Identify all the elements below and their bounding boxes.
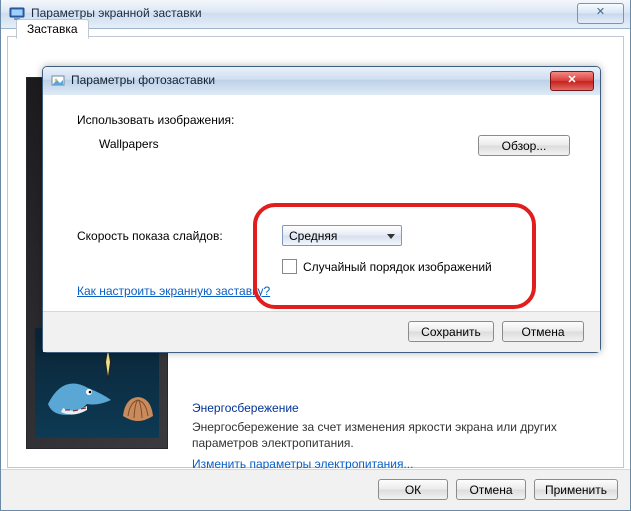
titlebar[interactable]: Параметры фотозаставки ✕ (43, 67, 600, 96)
use-images-label: Использовать изображения: (77, 113, 574, 127)
shell-image (121, 394, 155, 422)
close-button[interactable]: ✕ (550, 71, 594, 91)
annotation-highlight (253, 203, 536, 309)
close-button[interactable]: ✕ (577, 3, 624, 24)
photo-screensaver-dialog: Параметры фотозаставки ✕ Использовать из… (42, 66, 601, 353)
close-icon: ✕ (567, 74, 576, 86)
tab-label: Заставка (27, 22, 78, 36)
slideshow-speed-label: Скорость показа слайдов: (77, 229, 223, 243)
energy-description: Энергосбережение за счет изменения яркос… (192, 419, 611, 451)
slideshow-speed-select[interactable]: Средняя (282, 225, 402, 246)
photo-icon (51, 74, 65, 88)
ok-button[interactable]: ОК (378, 479, 448, 500)
dialog-content: Использовать изображения: Wallpapers Обз… (43, 95, 600, 312)
folder-name: Wallpapers (99, 137, 159, 151)
apply-button[interactable]: Применить (534, 479, 618, 500)
energy-heading: Энергосбережение (192, 401, 611, 415)
window-title: Параметры экранной заставки (31, 6, 202, 20)
energy-section: Энергосбережение Энергосбережение за сче… (192, 401, 611, 471)
dialog-title: Параметры фотозаставки (71, 73, 215, 87)
cancel-button[interactable]: Отмена (502, 321, 584, 342)
save-button[interactable]: Сохранить (408, 321, 494, 342)
shuffle-checkbox[interactable] (282, 259, 297, 274)
browse-button[interactable]: Обзор... (478, 135, 570, 156)
cancel-button[interactable]: Отмена (456, 479, 526, 500)
dialog-footer: Сохранить Отмена (43, 311, 600, 352)
tab-screensaver[interactable]: Заставка (16, 19, 89, 39)
help-link[interactable]: Как настроить экранную заставку? (77, 284, 270, 298)
slideshow-speed-value: Средняя (289, 229, 337, 243)
dialog-footer: ОК Отмена Применить (1, 469, 630, 510)
close-icon: ✕ (596, 6, 605, 18)
titlebar[interactable]: Параметры экранной заставки ✕ (1, 0, 630, 29)
shuffle-label: Случайный порядок изображений (303, 260, 492, 274)
